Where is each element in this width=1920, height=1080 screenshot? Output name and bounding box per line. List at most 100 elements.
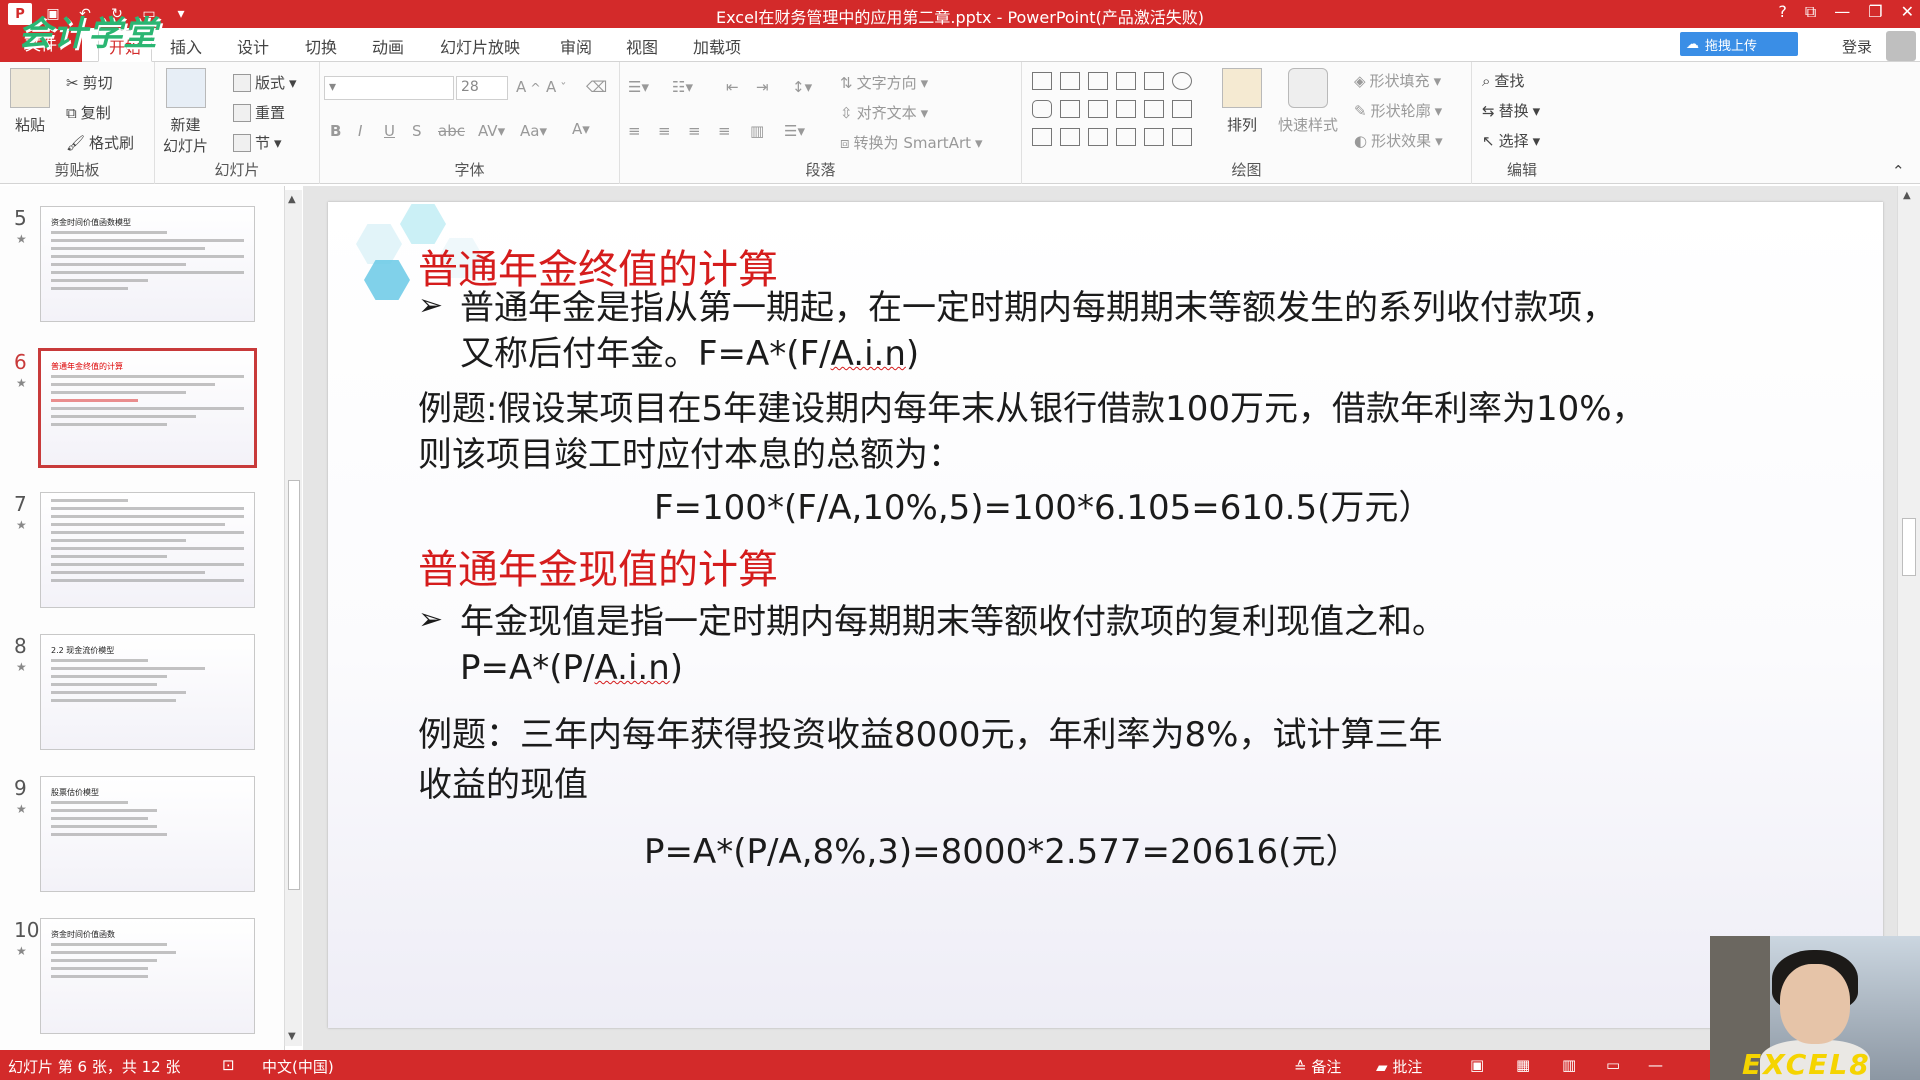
- increase-indent-icon[interactable]: ⇥: [756, 78, 769, 96]
- shapes-gallery[interactable]: [1032, 72, 1212, 152]
- comments-button[interactable]: ▰ 批注: [1376, 1056, 1422, 1077]
- slide-thumbnail[interactable]: [40, 492, 255, 608]
- current-slide[interactable]: 普通年金终值的计算 ➢ 普通年金是指从第一期起，在一定时期内每期期末等额发生的系…: [328, 202, 1883, 1028]
- avatar[interactable]: [1886, 31, 1916, 61]
- columns-icon[interactable]: ▥: [750, 122, 764, 140]
- bullet-ordinary-annuity-definition[interactable]: 普通年金是指从第一期起，在一定时期内每期期末等额发生的系列收付款项， 又称后付年…: [460, 285, 1860, 377]
- arrange-button[interactable]: 排列: [1222, 68, 1262, 135]
- scroll-up-icon[interactable]: ▲: [1903, 190, 1911, 201]
- font-name-combo[interactable]: ▾: [324, 76, 454, 100]
- shape-line-icon[interactable]: [1088, 72, 1108, 90]
- underline-icon[interactable]: U: [384, 122, 395, 140]
- new-slide-button[interactable]: 新建 幻灯片: [163, 68, 208, 156]
- line-spacing-icon[interactable]: ↕▾: [792, 78, 812, 96]
- cut-button[interactable]: ✂ 剪切: [66, 72, 113, 93]
- normal-view-icon[interactable]: ▣: [1470, 1056, 1484, 1074]
- thumbnail-scrollbar[interactable]: ▲ ▼: [284, 190, 302, 1046]
- thumbnail-row[interactable]: 7 ★: [0, 492, 270, 612]
- align-left-icon[interactable]: ≡: [628, 122, 641, 140]
- clear-formatting-icon[interactable]: ⌫: [586, 78, 607, 96]
- slideshow-view-icon[interactable]: ▭: [1606, 1056, 1620, 1074]
- find-button[interactable]: ⌕ 查找: [1482, 70, 1524, 91]
- shape-vtextbox-icon[interactable]: [1060, 72, 1080, 90]
- thumbnail-row[interactable]: 9 ★ 股票估价模型: [0, 776, 270, 896]
- font-color-icon[interactable]: A▾: [572, 120, 590, 138]
- numbering-icon[interactable]: ☷▾: [672, 78, 693, 96]
- slide-thumbnail[interactable]: 资金时间价值函数: [40, 918, 255, 1034]
- shape-elbow-arrow-icon[interactable]: [1116, 100, 1136, 118]
- strikethrough-icon[interactable]: abc: [438, 122, 465, 140]
- paragraph-more-icon[interactable]: ☰▾: [784, 122, 805, 140]
- bold-icon[interactable]: B: [330, 122, 341, 140]
- restore-icon[interactable]: ❐: [1868, 2, 1882, 22]
- slide-thumbnail[interactable]: 2.2 现金流价模型: [40, 634, 255, 750]
- shape-arc-icon[interactable]: [1116, 128, 1136, 146]
- help-icon[interactable]: ?: [1778, 2, 1787, 22]
- quick-styles-button[interactable]: 快速样式: [1278, 68, 1338, 135]
- thumbnail-row[interactable]: 5 ★ 资金时间价值函数模型: [0, 206, 270, 326]
- tab-home[interactable]: 开始: [98, 30, 153, 62]
- change-case-icon[interactable]: Aa▾: [520, 122, 547, 140]
- heading-present-value[interactable]: 普通年金现值的计算: [418, 537, 778, 595]
- layout-button[interactable]: 版式 ▾: [233, 72, 297, 93]
- tab-file[interactable]: 文件: [0, 28, 82, 62]
- shadow-icon[interactable]: S: [412, 122, 422, 140]
- shape-down-arrow-icon[interactable]: [1172, 100, 1192, 118]
- thumbnail-row[interactable]: 6 ★ 普通年金终值的计算: [0, 348, 270, 470]
- login-link[interactable]: 登录: [1842, 36, 1872, 57]
- slide-thumbnail-selected[interactable]: 普通年金终值的计算: [38, 348, 257, 468]
- paste-button[interactable]: 粘贴: [10, 68, 50, 135]
- shape-textbox-icon[interactable]: [1032, 72, 1052, 90]
- italic-icon[interactable]: I: [358, 122, 362, 140]
- shape-oval-icon[interactable]: [1172, 72, 1192, 90]
- tab-transitions[interactable]: 切换: [305, 34, 337, 58]
- scrollbar-thumb[interactable]: [288, 480, 300, 890]
- tab-design[interactable]: 设计: [237, 34, 269, 58]
- shape-curve-icon[interactable]: [1088, 128, 1108, 146]
- shape-freeform-icon[interactable]: [1032, 128, 1052, 146]
- copy-button[interactable]: ⧉ 复制: [66, 102, 111, 123]
- slide-sorter-icon[interactable]: ▦: [1516, 1056, 1530, 1074]
- bullet-present-value-definition[interactable]: 年金现值是指一定时期内每期期末等额收付款项的复利现值之和。 P=A*(P/A.i…: [460, 599, 1860, 691]
- slide-scrollbar[interactable]: ▲: [1897, 186, 1920, 1050]
- align-text-button[interactable]: ⇳ 对齐文本 ▾: [840, 102, 928, 123]
- shape-right-arrow-icon[interactable]: [1144, 100, 1164, 118]
- text-direction-button[interactable]: ⇅ 文字方向 ▾: [840, 72, 928, 93]
- shape-elbow-icon[interactable]: [1088, 100, 1108, 118]
- scrollbar-thumb[interactable]: [1902, 518, 1916, 576]
- shape-outline-button[interactable]: ✎ 形状轮廓 ▾: [1354, 100, 1442, 121]
- collapse-ribbon-icon[interactable]: ⌃: [1892, 162, 1905, 180]
- upload-button[interactable]: ☁ 拖拽上传: [1680, 32, 1798, 56]
- shape-effects-button[interactable]: ◐ 形状效果 ▾: [1354, 130, 1443, 151]
- shape-fill-button[interactable]: ◈ 形状填充 ▾: [1354, 70, 1441, 91]
- scroll-up-icon[interactable]: ▲: [288, 194, 296, 205]
- slide-thumbnail[interactable]: 资金时间价值函数模型: [40, 206, 255, 322]
- zoom-out-icon[interactable]: —: [1648, 1056, 1663, 1074]
- decrease-indent-icon[interactable]: ⇤: [726, 78, 739, 96]
- reading-view-icon[interactable]: ▥: [1562, 1056, 1576, 1074]
- language-status[interactable]: 中文(中国): [262, 1056, 334, 1077]
- font-size-combo[interactable]: 28: [456, 76, 508, 100]
- shrink-font-icon[interactable]: Aˇ: [546, 78, 567, 96]
- character-spacing-icon[interactable]: AV▾: [478, 122, 505, 140]
- bullets-icon[interactable]: ☰▾: [628, 78, 649, 96]
- tab-view[interactable]: 视图: [626, 34, 658, 58]
- replace-button[interactable]: ⇆ 替换 ▾: [1482, 100, 1540, 121]
- justify-icon[interactable]: ≡: [718, 122, 731, 140]
- shape-scribble-icon[interactable]: [1060, 128, 1080, 146]
- tab-insert[interactable]: 插入: [170, 34, 202, 58]
- align-right-icon[interactable]: ≡: [688, 122, 701, 140]
- example-future-value[interactable]: 例题:假设某项目在5年建设期内每年末从银行借款100万元，借款年利率为10%， …: [418, 386, 1878, 478]
- format-painter-button[interactable]: 🖌 格式刷: [66, 132, 134, 153]
- slide-thumbnail[interactable]: 股票估价模型: [40, 776, 255, 892]
- notes-button[interactable]: ≙ 备注: [1294, 1056, 1341, 1077]
- shape-rectangle-icon[interactable]: [1144, 72, 1164, 90]
- shape-rounded-rect-icon[interactable]: [1032, 100, 1052, 118]
- grow-font-icon[interactable]: A ^: [516, 78, 541, 96]
- align-center-icon[interactable]: ≡: [658, 122, 671, 140]
- shape-arrow-line-icon[interactable]: [1116, 72, 1136, 90]
- thumbnail-row[interactable]: 10 ★ 资金时间价值函数: [0, 918, 270, 1038]
- shape-right-brace-icon[interactable]: [1172, 128, 1192, 146]
- formula-present-value[interactable]: P=A*(P/A,8%,3)=8000*2.577=20616(元）: [644, 824, 1359, 873]
- example-present-value[interactable]: 例题：三年内每年获得投资收益8000元，年利率为8%，试计算三年 收益的现值: [418, 710, 1878, 810]
